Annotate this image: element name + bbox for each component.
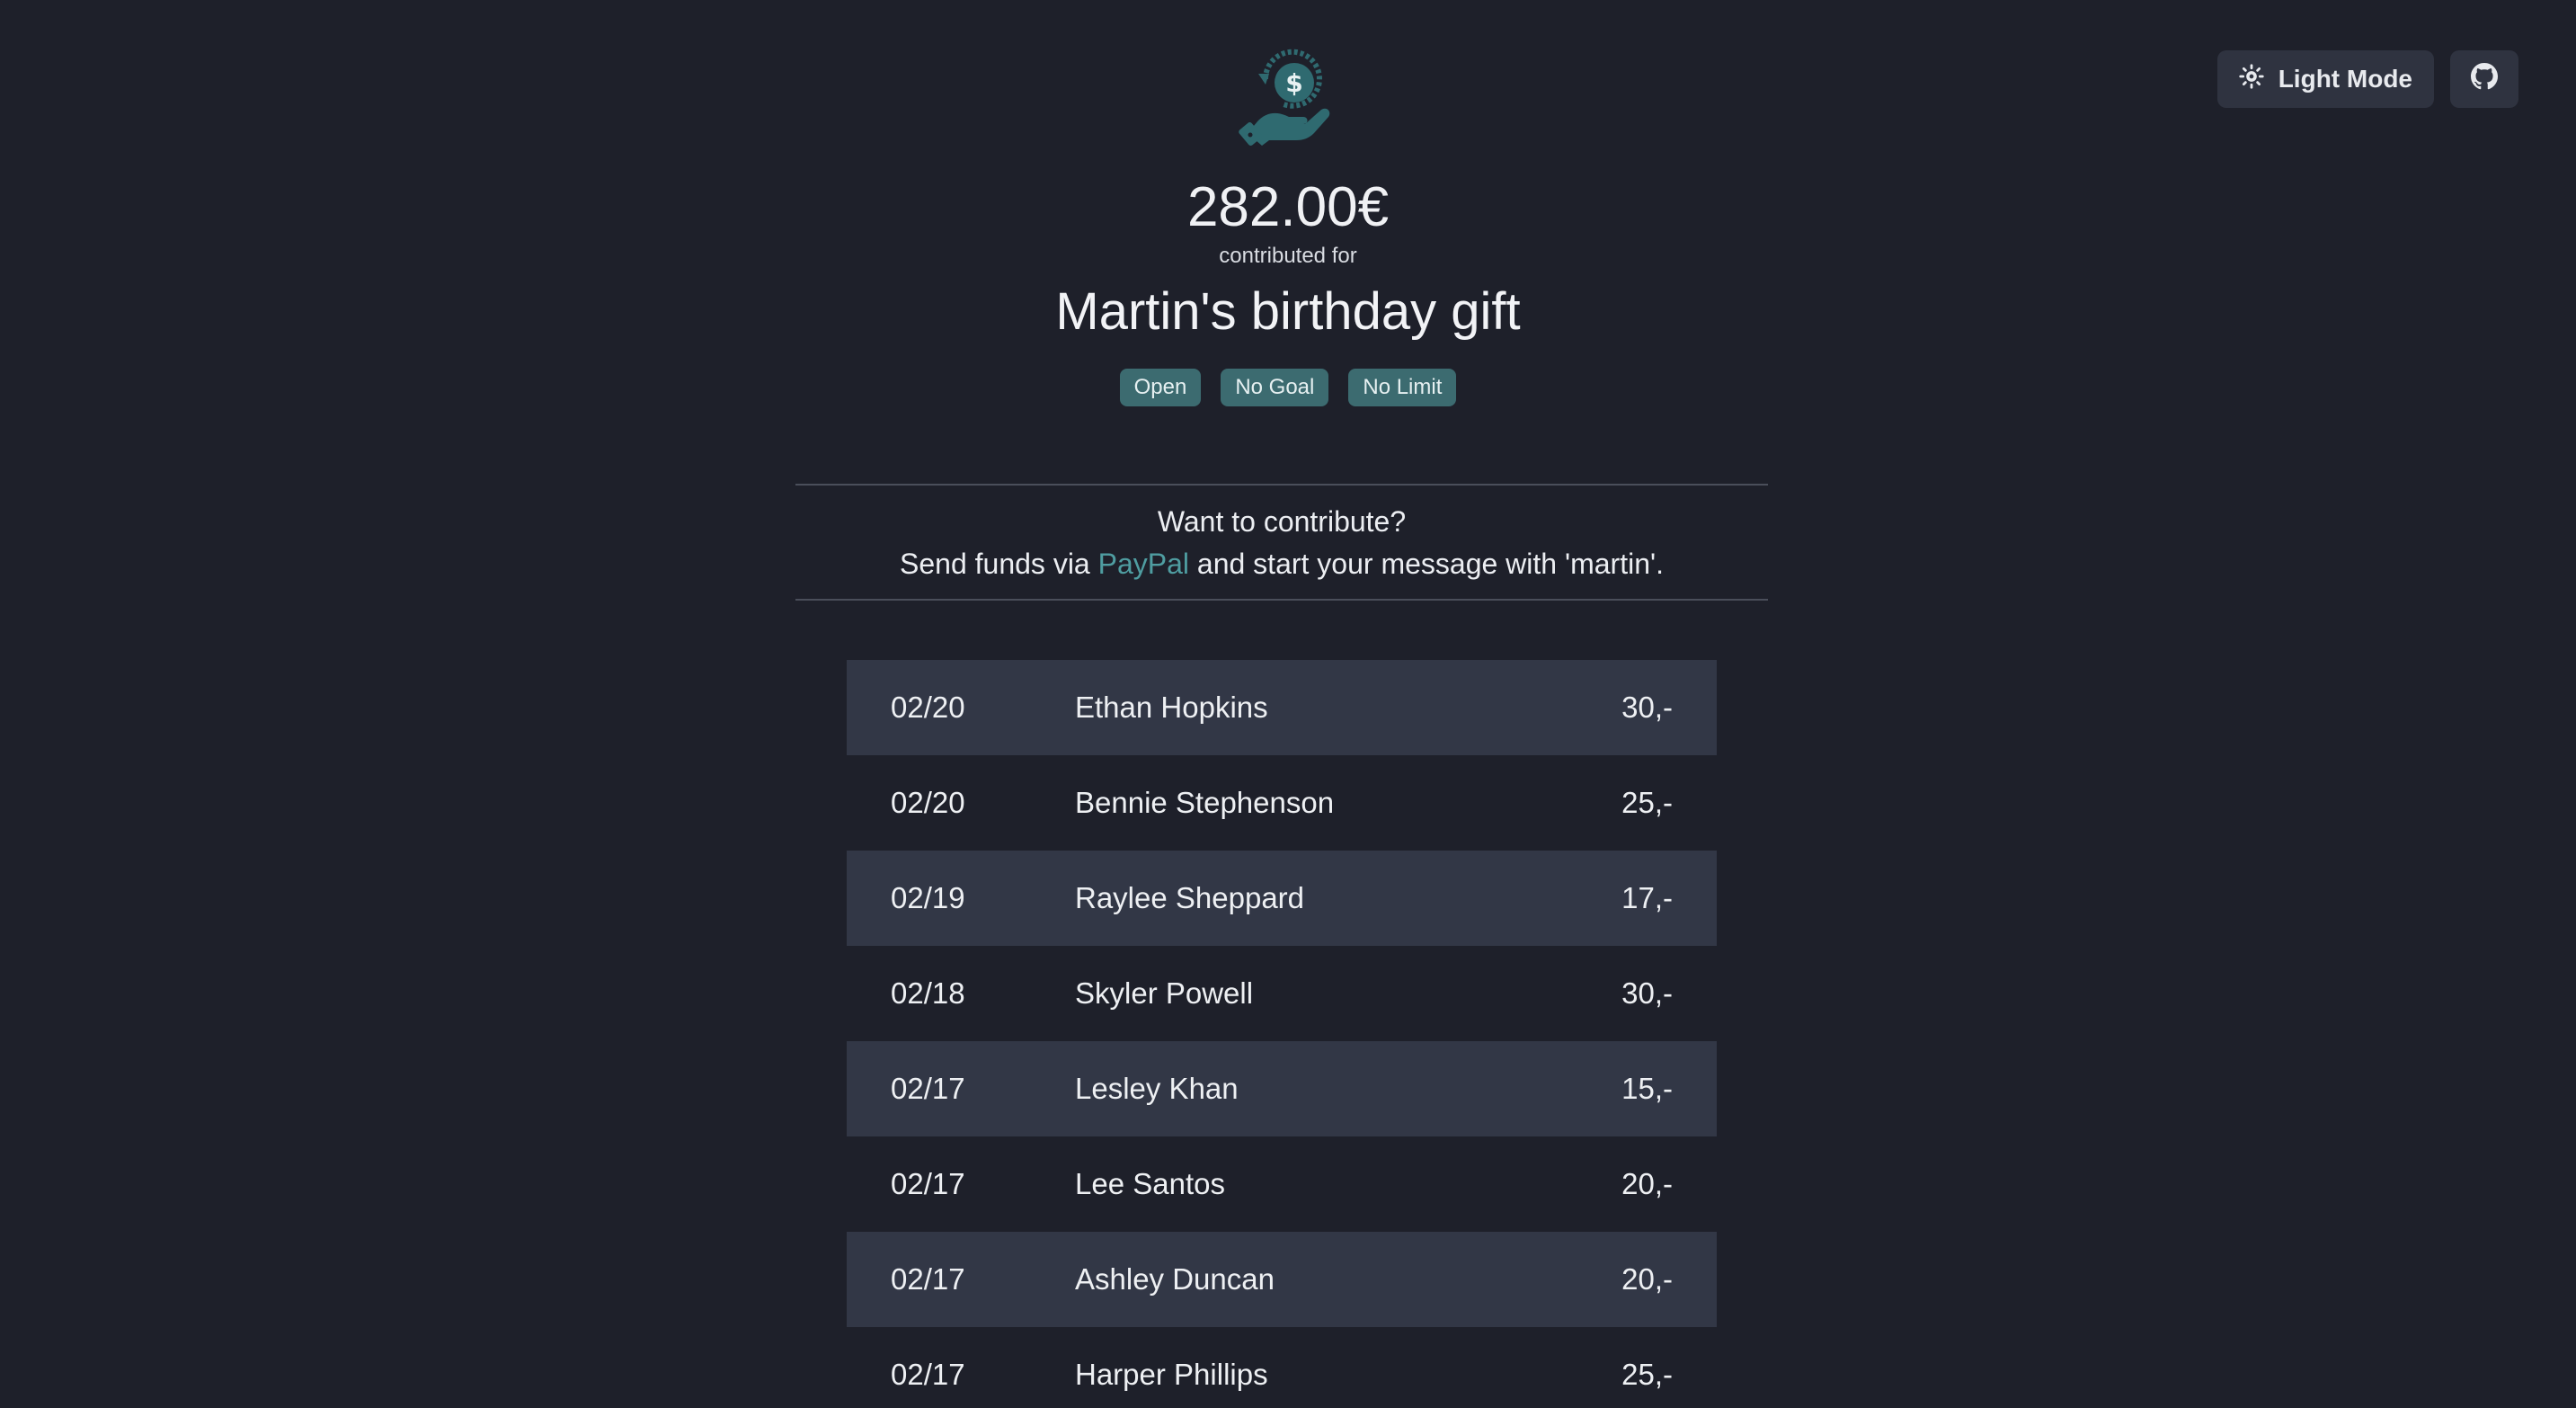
- table-row: 02/20 Bennie Stephenson 25,-: [847, 755, 1717, 851]
- row-amount: 25,-: [1621, 1358, 1673, 1391]
- table-row: 02/17 Ashley Duncan 20,-: [847, 1232, 1717, 1327]
- row-amount: 17,-: [1621, 881, 1673, 914]
- money-hand-logo-icon: $: [1239, 47, 1337, 146]
- instructions-suffix: and start your message with 'martin'.: [1189, 548, 1664, 580]
- row-name: Lesley Khan: [1075, 1072, 1239, 1105]
- table-row: 02/18 Skyler Powell 30,-: [847, 946, 1717, 1041]
- table-row: 02/20 Ethan Hopkins 30,-: [847, 660, 1717, 755]
- row-date: 02/19: [891, 881, 965, 914]
- contribute-question: Want to contribute?: [1157, 505, 1407, 538]
- row-date: 02/17: [891, 1358, 965, 1391]
- row-amount: 20,-: [1621, 1167, 1673, 1200]
- table-row: 02/17 Lee Santos 20,-: [847, 1136, 1717, 1232]
- contribute-instructions: Send funds via PayPal and start your mes…: [795, 548, 1768, 581]
- contribute-section: Want to contribute? Send funds via PayPa…: [795, 484, 1768, 601]
- contributed-for-caption: contributed for: [1219, 244, 1357, 268]
- row-name: Harper Phillips: [1075, 1358, 1268, 1391]
- contributions-table: 02/20 Ethan Hopkins 30,- 02/20 Bennie St…: [847, 660, 1717, 1408]
- row-date: 02/20: [891, 691, 965, 724]
- status-badge-open: Open: [1119, 369, 1202, 406]
- row-date: 02/20: [891, 786, 965, 819]
- row-amount: 30,-: [1621, 976, 1673, 1010]
- row-name: Skyler Powell: [1075, 976, 1254, 1010]
- row-date: 02/17: [891, 1167, 965, 1200]
- row-amount: 15,-: [1621, 1072, 1673, 1105]
- status-badges: Open No Goal No Limit: [0, 369, 2576, 406]
- paypal-link[interactable]: PayPal: [1098, 548, 1189, 580]
- total-amount: 282.00€: [1186, 176, 1390, 238]
- row-date: 02/18: [891, 976, 965, 1010]
- row-amount: 30,-: [1621, 691, 1673, 724]
- status-badge-limit: No Limit: [1348, 369, 1457, 406]
- svg-text:$: $: [1285, 68, 1302, 98]
- status-badge-goal: No Goal: [1221, 369, 1329, 406]
- row-amount: 25,-: [1621, 786, 1673, 819]
- table-row: 02/19 Raylee Sheppard 17,-: [847, 851, 1717, 946]
- row-name: Ethan Hopkins: [1075, 691, 1268, 724]
- row-name: Lee Santos: [1075, 1167, 1225, 1200]
- row-date: 02/17: [891, 1072, 965, 1105]
- row-name: Bennie Stephenson: [1075, 786, 1335, 819]
- table-row: 02/17 Lesley Khan 15,-: [847, 1041, 1717, 1136]
- page-title: Martin's birthday gift: [1055, 282, 1521, 341]
- page: Light Mode $ 282.00€ contributed for Mar…: [0, 0, 2576, 1408]
- row-date: 02/17: [891, 1262, 965, 1296]
- table-row: 02/17 Harper Phillips 25,-: [847, 1327, 1717, 1408]
- row-amount: 20,-: [1621, 1262, 1673, 1296]
- row-name: Raylee Sheppard: [1075, 881, 1305, 914]
- instructions-prefix: Send funds via: [900, 548, 1098, 580]
- row-name: Ashley Duncan: [1075, 1262, 1275, 1296]
- header: $ 282.00€ contributed for Martin's birth…: [0, 47, 2576, 406]
